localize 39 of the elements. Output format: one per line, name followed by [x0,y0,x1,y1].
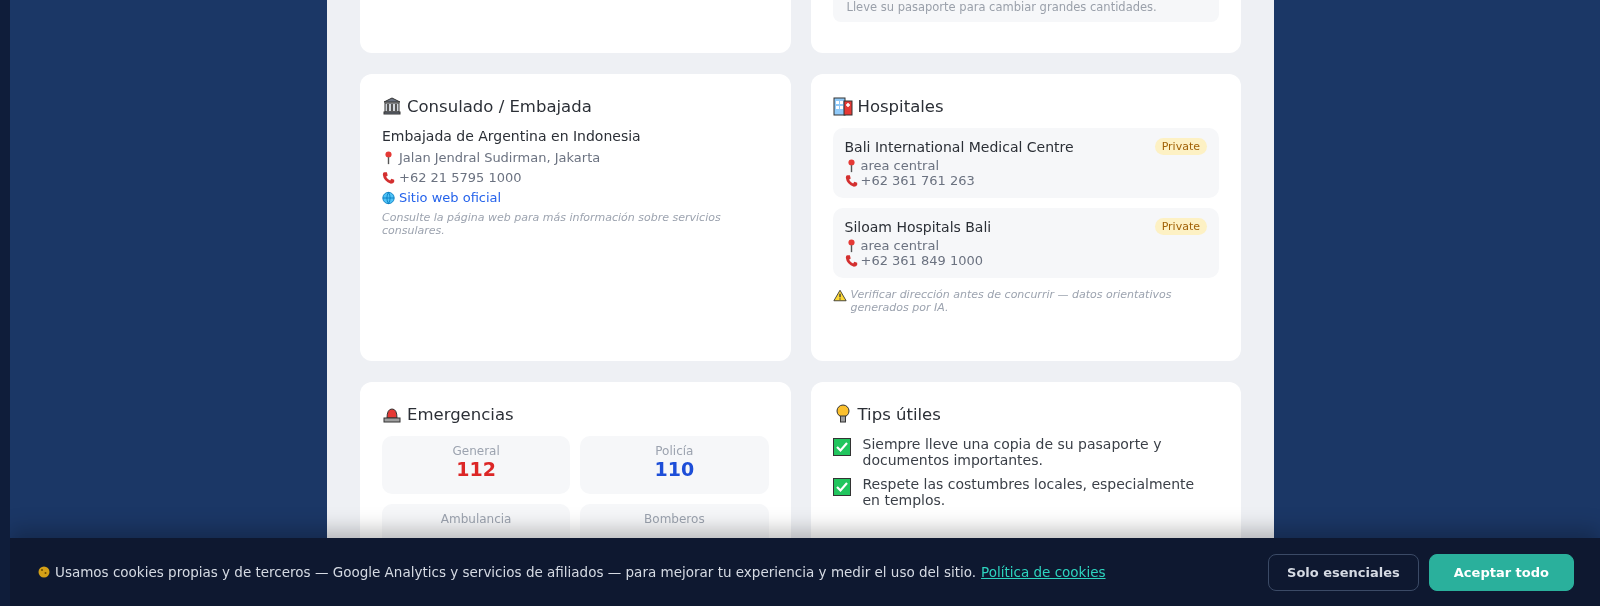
service-label: Bomberos [643,512,706,526]
service-label: Ambulancia [439,512,513,526]
area-text: area central [860,238,940,253]
bank-building-icon [382,96,402,116]
tip-text: Siempre lleve una copia de su pasaporte y documentos importantes. [862,436,1163,468]
hospital-name: Bali International Medical Centre [844,138,1074,155]
card-title: Emergencias [407,404,514,424]
address-text: Jalan Jendral Sudirman, Jakarta [399,150,601,165]
service-label: General [451,444,501,458]
website-link[interactable]: Sitio web oficial [399,190,502,205]
pin-icon [382,150,395,165]
phone-text: +62 21 5795 1000 [399,170,522,185]
embassy-name: Embajada de Argentina en Indonesia [382,128,642,144]
cookie-policy-link[interactable]: Política de cookies [981,564,1106,580]
warning-icon [832,289,847,302]
cookie-icon [38,566,50,578]
area-text: area central [860,158,940,173]
phone-icon [844,253,858,268]
warning-text: Verificar dirección antes de concurrir — datos orientativos generados por IA. [850,288,1173,314]
note-text: Consulte la página web para más información sobre servicios consulares. [382,211,722,237]
phone-text: +62 361 761 263 [860,173,975,188]
phone-icon [382,170,395,185]
tip-text: Respete las costumbres locales, especialmente en templos. [862,476,1196,508]
phone-text: +62 361 849 1000 [860,253,984,268]
emergency-number: 112 [455,458,497,480]
card-title: Consulado / Embajada [407,96,592,116]
note-text: Lleve su pasaporte para cambiar grandes cantidades. [832,0,1219,22]
phone-icon [844,173,858,188]
cookie-text: Usamos cookies propias y de terceros — Google Analytics y servicios de afiliados — para mejorar tu experiencia y medir el uso del sitio. [55,564,977,580]
emergency-number: 110 [653,458,696,480]
card-title: Tips útiles [857,404,941,424]
hospital-name: Siloam Hospitals Bali [844,218,992,235]
hospital-icon [832,96,853,116]
globe-icon [382,190,395,205]
service-label: Policía [654,444,695,458]
essential-button[interactable]: Solo esenciales [1268,553,1419,591]
card-title: Hospitales [857,96,944,116]
type-badge: Private [1154,138,1207,155]
type-badge: Private [1154,218,1207,235]
